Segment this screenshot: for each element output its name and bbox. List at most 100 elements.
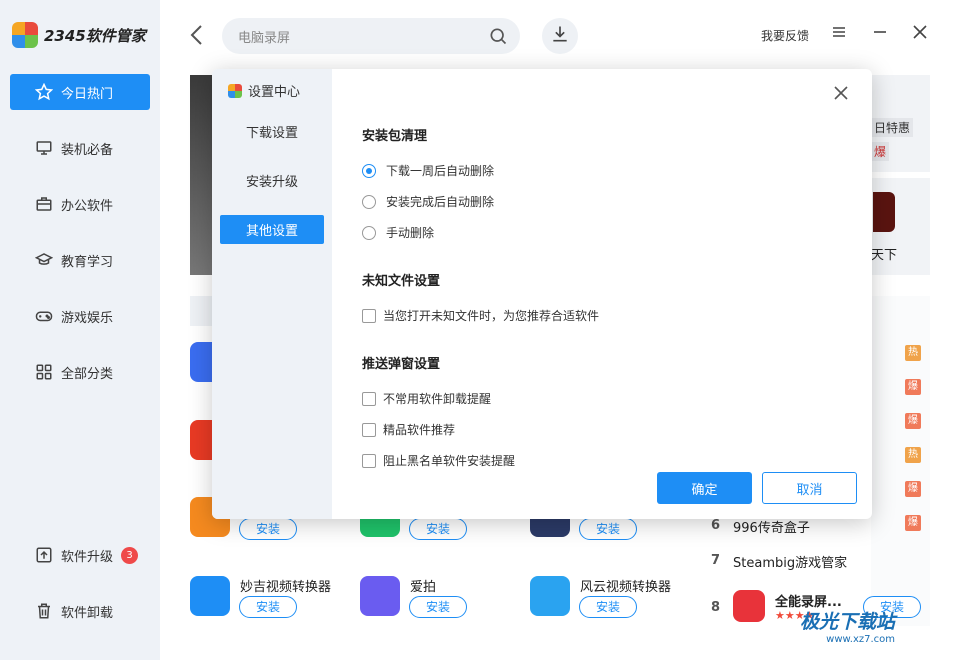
gamepad-icon bbox=[35, 307, 53, 325]
briefcase-icon bbox=[35, 195, 53, 213]
hot-badge: 爆 bbox=[905, 379, 921, 395]
miaoji-app-icon[interactable] bbox=[190, 576, 230, 616]
sidebar-item-uninstall[interactable]: 软件卸载 bbox=[10, 593, 150, 629]
search-icon[interactable] bbox=[488, 26, 508, 50]
feedback-link[interactable]: 我要反馈 bbox=[761, 27, 809, 44]
hot-badge: 爆 bbox=[905, 413, 921, 429]
checkbox[interactable] bbox=[362, 308, 376, 323]
tab-other-settings[interactable]: 其他设置 bbox=[220, 215, 324, 244]
checkbox-label: 阻止黑名单软件安装提醒 bbox=[383, 454, 516, 468]
install-button[interactable]: 安装 bbox=[579, 518, 637, 540]
section-title-cleanup: 安装包清理 bbox=[362, 129, 428, 144]
checkbox[interactable] bbox=[362, 422, 376, 437]
radio-label: 安装完成后自动删除 bbox=[386, 195, 495, 209]
search-input[interactable]: 电脑录屏 bbox=[222, 18, 520, 54]
checkbox[interactable] bbox=[362, 391, 376, 406]
upgrade-count-badge: 3 bbox=[121, 546, 139, 564]
rank-number: 6 bbox=[711, 518, 721, 533]
logo-text: 2345软件管家 bbox=[44, 26, 146, 45]
app-logo-icon bbox=[228, 83, 242, 98]
section-title-unknown-files: 未知文件设置 bbox=[362, 274, 441, 289]
hot-badge: 爆 bbox=[905, 481, 921, 497]
sidebar-item-games[interactable]: 游戏娱乐 bbox=[10, 298, 150, 334]
app-logo: 2345软件管家 bbox=[12, 22, 146, 48]
watermark-text: 极光下载站 bbox=[800, 611, 896, 633]
banner-image[interactable] bbox=[190, 75, 214, 275]
checkbox-label: 当您打开未知文件时，为您推荐合适软件 bbox=[383, 309, 600, 323]
download-manager-button[interactable] bbox=[542, 18, 578, 54]
sidebar-item-all[interactable]: 全部分类 bbox=[10, 354, 150, 390]
sidebar-item-label: 装机必备 bbox=[61, 142, 114, 158]
aipai-app-icon[interactable] bbox=[360, 576, 400, 616]
sidebar-item-office[interactable]: 办公软件 bbox=[10, 186, 150, 222]
sidebar-item-label: 教育学习 bbox=[61, 254, 114, 270]
radio-button[interactable] bbox=[362, 194, 376, 209]
sidebar-item-upgrade[interactable]: 软件升级 3 bbox=[10, 537, 150, 573]
install-button[interactable]: 安装 bbox=[409, 596, 467, 618]
sidebar-item-label: 办公软件 bbox=[61, 198, 114, 214]
close-icon[interactable] bbox=[913, 24, 927, 43]
minimize-icon[interactable] bbox=[873, 24, 887, 43]
game-icon bbox=[873, 192, 895, 232]
radio-delete-after-week[interactable]: 下载一周后自动删除 bbox=[362, 162, 494, 179]
download-icon bbox=[550, 24, 570, 48]
hot-badge: 热 bbox=[905, 345, 921, 361]
radio-label: 下载一周后自动删除 bbox=[386, 164, 495, 178]
checkbox-premium-recommend[interactable]: 精品软件推荐 bbox=[362, 421, 455, 438]
checkbox[interactable] bbox=[362, 453, 376, 468]
watermark-url: www.xz7.com bbox=[826, 634, 896, 645]
checkbox-label: 不常用软件卸载提醒 bbox=[383, 392, 492, 406]
install-button[interactable]: 安装 bbox=[409, 518, 467, 540]
section-title-popups: 推送弹窗设置 bbox=[362, 357, 441, 372]
radio-label: 手动删除 bbox=[386, 226, 435, 240]
app-name[interactable]: 爱拍 bbox=[410, 576, 436, 595]
dialog-close-icon[interactable] bbox=[834, 81, 848, 105]
cancel-button[interactable]: 取消 bbox=[762, 472, 857, 504]
install-button[interactable]: 安装 bbox=[239, 596, 297, 618]
rank-name[interactable]: Steambig游戏管家 bbox=[733, 552, 847, 571]
radio-button-selected[interactable] bbox=[362, 163, 376, 178]
checkbox-block-blacklist[interactable]: 阻止黑名单软件安装提醒 bbox=[362, 452, 515, 469]
sidebar-item-education[interactable]: 教育学习 bbox=[10, 242, 150, 278]
sidebar-item-label: 软件升级 bbox=[61, 549, 114, 565]
app-name[interactable]: 风云视频转换器 bbox=[580, 576, 671, 595]
menu-icon[interactable] bbox=[832, 24, 846, 43]
sidebar-item-essentials[interactable]: 装机必备 bbox=[10, 130, 150, 166]
install-button[interactable]: 安装 bbox=[239, 518, 297, 540]
app-icon[interactable] bbox=[190, 420, 212, 460]
tab-download-settings[interactable]: 下载设置 bbox=[220, 117, 324, 146]
radio-manual-delete[interactable]: 手动删除 bbox=[362, 224, 434, 241]
monitor-icon bbox=[35, 139, 53, 157]
settings-sidebar: 设置中心 下载设置 安装升级 其他设置 bbox=[212, 69, 332, 519]
logo-icon bbox=[12, 22, 38, 48]
sidebar-item-label: 今日热门 bbox=[61, 86, 114, 102]
tab-install-upgrade[interactable]: 安装升级 bbox=[220, 166, 324, 195]
radio-delete-after-install[interactable]: 安装完成后自动删除 bbox=[362, 193, 494, 210]
app-icon[interactable] bbox=[530, 519, 570, 537]
ranking-panel bbox=[871, 296, 930, 626]
promo-tag: 爆 bbox=[871, 142, 890, 161]
grid-icon bbox=[35, 363, 53, 381]
graduation-cap-icon bbox=[35, 251, 53, 269]
app-icon[interactable] bbox=[360, 519, 400, 537]
rank-number: 8 bbox=[711, 600, 721, 615]
back-arrow-icon[interactable] bbox=[188, 24, 206, 52]
upload-icon bbox=[35, 546, 53, 564]
rank-name[interactable]: 996传奇盒子 bbox=[733, 517, 810, 536]
checkbox-recommend-software[interactable]: 当您打开未知文件时，为您推荐合适软件 bbox=[362, 307, 599, 324]
watermark-logo: 极光下载站 www.xz7.com bbox=[800, 607, 895, 645]
sidebar-item-hot[interactable]: 今日热门 bbox=[10, 74, 150, 110]
sidebar: 2345软件管家 今日热门 装机必备 办公软件 教育学习 游戏娱乐 全部分类 软… bbox=[0, 0, 160, 660]
sidebar-item-label: 游戏娱乐 bbox=[61, 310, 114, 326]
sidebar-item-label: 软件卸载 bbox=[61, 605, 114, 621]
checkbox-uninstall-reminder[interactable]: 不常用软件卸载提醒 bbox=[362, 390, 491, 407]
search-placeholder: 电脑录屏 bbox=[238, 30, 291, 46]
app-icon[interactable] bbox=[190, 342, 212, 382]
screen-recorder-app-icon[interactable] bbox=[733, 590, 765, 622]
confirm-button[interactable]: 确定 bbox=[657, 472, 752, 504]
app-name[interactable]: 妙吉视频转换器 bbox=[240, 576, 331, 595]
install-button[interactable]: 安装 bbox=[579, 596, 637, 618]
fengyun-app-icon[interactable] bbox=[530, 576, 570, 616]
radio-button[interactable] bbox=[362, 225, 376, 240]
trash-icon bbox=[35, 602, 53, 620]
